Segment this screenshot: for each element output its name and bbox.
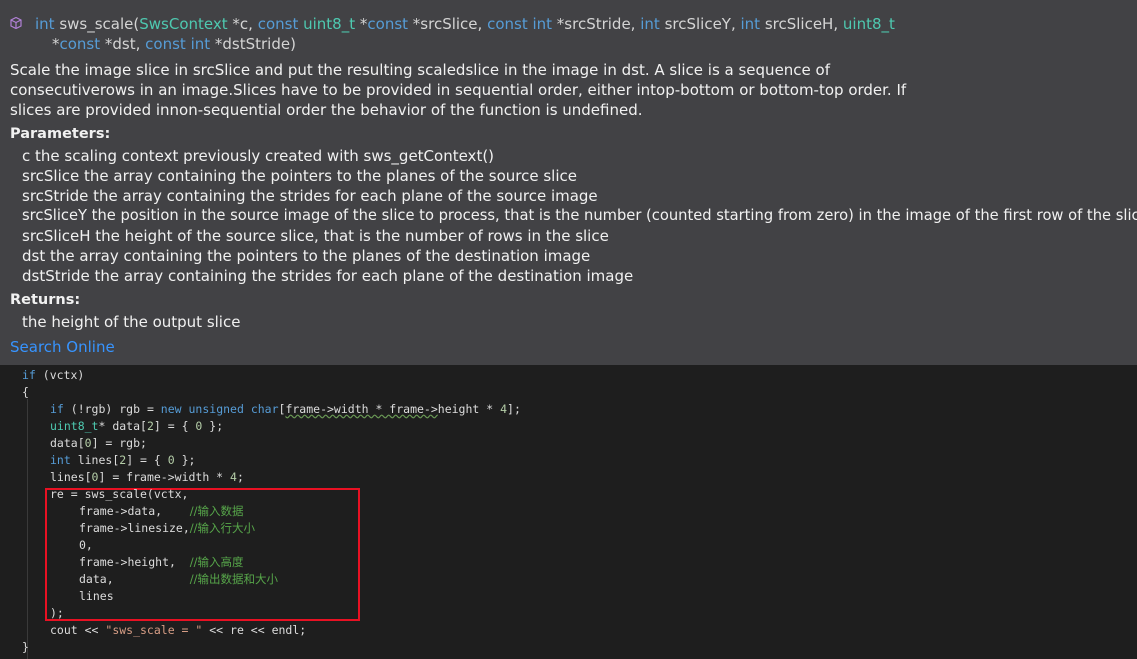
code-line: int lines[2] = { 0 };: [50, 453, 196, 467]
code-line: data[0] = rgb;: [50, 436, 147, 450]
returns-heading: Returns:: [10, 292, 81, 308]
code-line: lines[0] = frame->width * 4;: [50, 470, 244, 484]
code-line: re = sws_scale(vctx,: [50, 487, 189, 501]
code-line: }: [22, 640, 29, 654]
code-line: frame->height, //输入高度: [79, 555, 244, 569]
function-signature-continued: *const *dst, const int *dstStride): [52, 35, 296, 53]
indent-guide: [27, 399, 28, 659]
param-dststride: dstStride the array containing the strid…: [22, 267, 634, 285]
function-signature: int sws_scale(SwsContext *c, const uint8…: [35, 15, 895, 33]
param-srcstride: srcStride the array containing the strid…: [22, 187, 598, 205]
quick-info-tooltip: int sws_scale(SwsContext *c, const uint8…: [0, 0, 1137, 365]
code-editor[interactable]: if (vctx) { if (!rgb) rgb = new unsigned…: [0, 365, 1137, 659]
code-line: if (!rgb) rgb = new unsigned char[frame-…: [50, 402, 521, 416]
function-description: Scale the image slice in srcSlice and pu…: [10, 61, 907, 119]
code-line: lines: [79, 589, 114, 603]
parameters-heading: Parameters:: [10, 126, 111, 142]
code-line: if (vctx): [22, 368, 85, 382]
param-c: c the scaling context previously created…: [22, 147, 495, 165]
code-line: frame->data, //输入数据: [79, 504, 244, 518]
param-srcsliceh: srcSliceH the height of the source slice…: [22, 227, 609, 245]
cube-method-icon: [10, 17, 22, 29]
code-line: cout << "sws_scale = " << re << endl;: [50, 623, 307, 637]
param-srcslicey: srcSliceY the position in the source ima…: [22, 207, 1137, 224]
code-line: uint8_t* data[2] = { 0 };: [50, 419, 224, 433]
param-dst: dst the array containing the pointers to…: [22, 247, 591, 265]
code-line: frame->linesize,//输入行大小: [79, 521, 256, 535]
code-line: );: [50, 606, 64, 620]
code-line: data, //输出数据和大小: [79, 572, 279, 586]
code-line: 0,: [79, 538, 93, 552]
search-online-link[interactable]: Search Online: [10, 338, 115, 356]
returns-text: the height of the output slice: [22, 313, 241, 331]
param-srcslice: srcSlice the array containing the pointe…: [22, 167, 577, 185]
code-line: {: [22, 385, 29, 399]
